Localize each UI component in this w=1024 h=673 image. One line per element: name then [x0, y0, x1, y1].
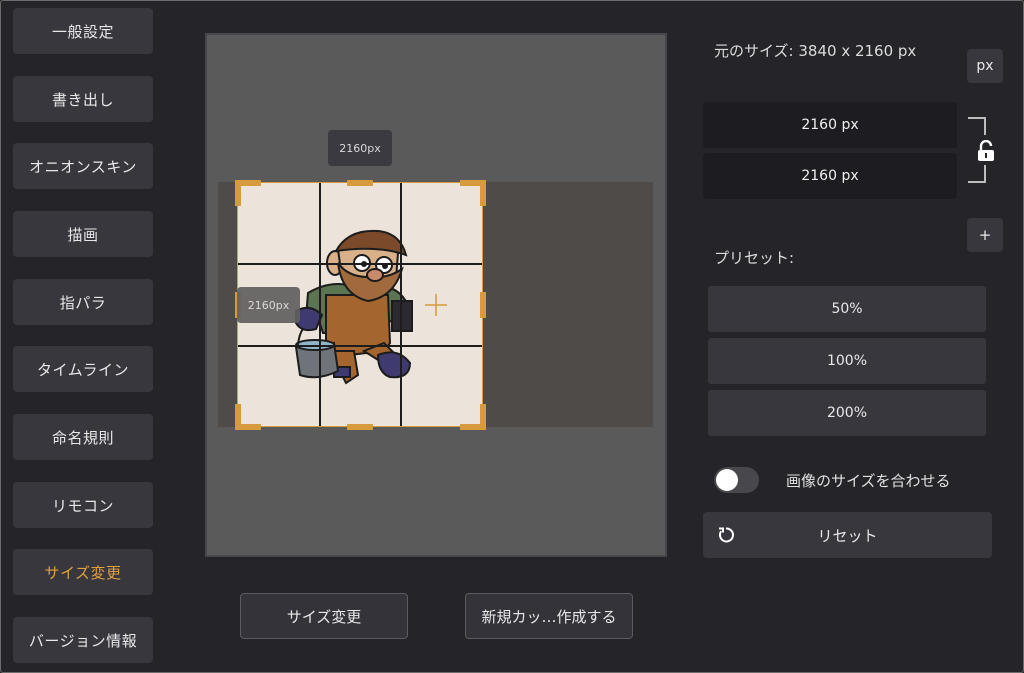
presets-label: プリセット:	[714, 249, 795, 267]
sidebar-item-export[interactable]: 書き出し	[13, 76, 153, 122]
crop-handle-bottom-right[interactable]	[480, 404, 486, 430]
link-bracket-top	[968, 117, 986, 135]
resize-button[interactable]: サイズ変更	[240, 593, 408, 639]
grid-line-horizontal	[238, 263, 482, 265]
sidebar-item-label: 書き出し	[51, 90, 114, 109]
preset-label: 50%	[831, 301, 863, 317]
sidebar-item-remote[interactable]: リモコン	[13, 482, 153, 528]
crop-handle-bottom-left[interactable]	[235, 404, 241, 430]
sidebar-item-label: サイズ変更	[44, 563, 122, 582]
preset-100-button[interactable]: 100%	[708, 338, 986, 384]
unit-select-button[interactable]: px	[967, 49, 1003, 83]
height-value: 2160 px	[801, 168, 859, 184]
sidebar-item-label: 描画	[67, 225, 99, 244]
sidebar-item-general[interactable]: 一般設定	[13, 8, 153, 54]
width-field[interactable]: 2160 px	[703, 102, 957, 148]
sidebar-item-label: バージョン情報	[28, 631, 138, 650]
sidebar-item-label: 命名規則	[51, 428, 114, 447]
resize-button-label: サイズ変更	[286, 607, 362, 626]
width-size-tag: 2160px	[328, 130, 392, 166]
unlock-aspect-ratio-icon[interactable]	[976, 140, 996, 162]
crop-handle-bottom[interactable]	[347, 424, 373, 430]
grid-line-vertical	[319, 183, 321, 426]
sidebar-item-label: タイムライン	[37, 360, 129, 379]
sidebar-item-version-info[interactable]: バージョン情報	[13, 617, 153, 663]
reset-button[interactable]: リセット	[703, 512, 992, 558]
original-size-label: 元のサイズ: 3840 x 2160 px	[714, 42, 917, 60]
sidebar-item-naming-rules[interactable]: 命名規則	[13, 414, 153, 460]
sidebar-item-label: オニオンスキン	[29, 157, 137, 176]
preset-label: 100%	[826, 353, 868, 369]
create-new-cut-button-label: 新規カッ…作成する	[481, 607, 617, 626]
sidebar-item-resize[interactable]: サイズ変更	[13, 549, 153, 595]
preset-200-button[interactable]: 200%	[708, 390, 986, 436]
sidebar-item-label: リモコン	[51, 496, 114, 515]
create-new-cut-button[interactable]: 新規カッ…作成する	[465, 593, 633, 639]
crop-handle-right[interactable]	[480, 292, 486, 318]
preset-50-button[interactable]: 50%	[708, 286, 986, 332]
fit-image-toggle[interactable]	[714, 467, 759, 493]
reset-label: リセット	[817, 526, 878, 545]
grid-line-horizontal	[238, 345, 482, 347]
height-field[interactable]: 2160 px	[703, 153, 957, 199]
unit-label: px	[976, 58, 994, 74]
add-preset-label: +	[978, 226, 992, 244]
preset-label: 200%	[826, 405, 868, 421]
fit-image-label: 画像のサイズを合わせる	[786, 472, 951, 490]
sidebar-item-flipping[interactable]: 指パラ	[13, 279, 153, 325]
crop-handle-top[interactable]	[347, 180, 373, 186]
crop-handle-top-right[interactable]	[480, 180, 486, 206]
grid-line-vertical	[400, 183, 402, 426]
link-bracket-bottom	[968, 165, 986, 183]
sidebar-item-timeline[interactable]: タイムライン	[13, 346, 153, 392]
width-value: 2160 px	[801, 117, 859, 133]
height-size-tag: 2160px	[237, 287, 300, 323]
add-preset-button[interactable]: +	[967, 218, 1003, 252]
sidebar-item-drawing[interactable]: 描画	[13, 211, 153, 257]
center-crosshair-icon[interactable]	[424, 293, 448, 317]
toggle-knob	[716, 469, 738, 491]
sidebar-item-label: 一般設定	[51, 22, 114, 41]
sidebar-item-label: 指パラ	[59, 293, 107, 312]
crop-handle-top-left[interactable]	[235, 180, 241, 206]
sidebar-item-onion-skin[interactable]: オニオンスキン	[13, 143, 153, 189]
